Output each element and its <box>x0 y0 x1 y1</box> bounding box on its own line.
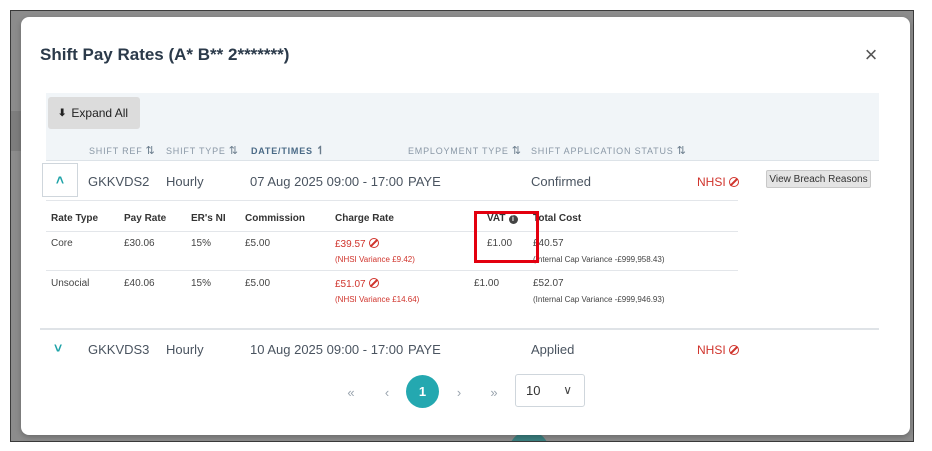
shift-ref-label: SHIFT REF <box>89 146 143 156</box>
next-page-button[interactable]: › <box>449 375 469 409</box>
chevron-up-icon: ˄ <box>55 172 65 188</box>
chevron-down-icon: ∨ <box>563 383 572 397</box>
col-header-shift-ref[interactable]: SHIFT REF ⇅ <box>89 144 155 157</box>
charge-rate-value: £51.07 <box>335 279 366 290</box>
rate-type-header: Rate Type <box>51 213 99 224</box>
commission: £5.00 <box>245 238 271 249</box>
employment-type-label: EMPLOYMENT TYPE <box>408 146 509 156</box>
page-size-select[interactable]: 10 ∨ <box>515 374 585 407</box>
application-status: Applied <box>531 342 575 357</box>
charge-rate: £39.57 <box>335 238 379 250</box>
nhsi-label: NHSI <box>697 343 726 357</box>
employment-type: PAYE <box>408 342 441 357</box>
col-header-shift-type[interactable]: SHIFT TYPE ⇅ <box>166 144 238 157</box>
commission: £5.00 <box>245 278 271 289</box>
rate-type: Core <box>51 238 73 249</box>
employment-type: PAYE <box>408 174 441 189</box>
modal-title: Shift Pay Rates (A* B** 2*******) <box>40 45 290 64</box>
col-header-employment-type[interactable]: EMPLOYMENT TYPE ⇅ <box>408 144 521 157</box>
total-variance: (Internal Cap Variance -£999,946.93) <box>533 295 665 304</box>
total-variance: (Internal Cap Variance -£999,958.43) <box>533 255 665 264</box>
divider <box>46 231 738 232</box>
close-icon[interactable]: × <box>861 44 881 66</box>
sort-icon: ⇅ <box>511 145 521 157</box>
rate-type: Unsocial <box>51 278 90 289</box>
charge-variance: (NHSI Variance £9.42) <box>335 255 415 264</box>
commission-header: Commission <box>245 213 306 224</box>
shift-datetime: 10 Aug 2025 09:00 - 17:00 <box>250 342 404 357</box>
charge-rate-value: £39.57 <box>335 239 366 250</box>
total-cost-header: Total Cost <box>533 213 582 224</box>
nhsi-flag: NHSI <box>697 175 739 189</box>
nhsi-flag: NHSI <box>697 343 739 357</box>
first-page-button[interactable]: « <box>341 375 361 409</box>
divider <box>46 270 738 271</box>
sort-icon: ⇅ <box>676 145 686 157</box>
sort-icon: ⇅ <box>145 145 155 157</box>
shift-datetime: 07 Aug 2025 09:00 - 17:00 <box>250 174 404 189</box>
charge-rate-header: Charge Rate <box>335 213 394 224</box>
col-header-application-status[interactable]: SHIFT APPLICATION STATUS ⇅ <box>531 144 686 157</box>
row-divider <box>40 328 879 330</box>
vat: £1.00 <box>474 278 500 289</box>
ers-ni: 15% <box>191 278 212 289</box>
chevron-down-icon: ˅ <box>54 340 63 356</box>
pay-rate-header: Pay Rate <box>124 213 167 224</box>
last-page-button[interactable]: » <box>484 375 504 409</box>
vat-highlight-box <box>474 211 539 263</box>
toolbar <box>46 93 879 135</box>
pay-rate: £40.06 <box>124 278 155 289</box>
shift-type: Hourly <box>166 174 204 189</box>
block-icon <box>368 238 379 248</box>
prev-page-button[interactable]: ‹ <box>377 375 397 409</box>
current-page-button[interactable]: 1 <box>406 375 439 408</box>
ers-ni: 15% <box>191 238 212 249</box>
block-icon <box>728 177 739 187</box>
pay-rate: £30.06 <box>124 238 155 249</box>
divider <box>46 200 738 201</box>
sort-icon: ⇅ <box>228 145 238 157</box>
total-cost: £52.07 <box>533 278 564 289</box>
nhsi-label: NHSI <box>697 175 726 189</box>
expand-all-label: Expand All <box>71 106 129 120</box>
chevron-down-icon: ⬇ <box>58 107 67 119</box>
application-status: Confirmed <box>531 174 591 189</box>
block-icon <box>368 278 379 288</box>
date-times-label: DATE/TIMES <box>251 146 313 156</box>
expand-row-button[interactable]: ˅ <box>54 340 62 358</box>
charge-variance: (NHSI Variance £14.64) <box>335 295 420 304</box>
sort-ascending-icon: ↿ <box>315 145 326 157</box>
view-breach-reasons-button[interactable]: View Breach Reasons <box>766 170 871 188</box>
shift-type-label: SHIFT TYPE <box>166 146 226 156</box>
col-header-date-times[interactable]: DATE/TIMES ↿ <box>251 144 325 157</box>
shift-ref: GKKVDS3 <box>88 342 150 357</box>
shift-type: Hourly <box>166 342 204 357</box>
shift-pay-rates-modal: Shift Pay Rates (A* B** 2*******) × ⬇ Ex… <box>21 17 910 435</box>
expand-all-button[interactable]: ⬇ Expand All <box>48 97 140 129</box>
block-icon <box>728 345 739 355</box>
collapse-row-button[interactable]: ˄ <box>42 163 78 197</box>
page-size-value: 10 <box>526 383 541 398</box>
application-status-label: SHIFT APPLICATION STATUS <box>531 146 674 156</box>
ers-ni-header: ER's NI <box>191 213 226 224</box>
shift-ref: GKKVDS2 <box>88 174 150 189</box>
charge-rate: £51.07 <box>335 278 379 290</box>
